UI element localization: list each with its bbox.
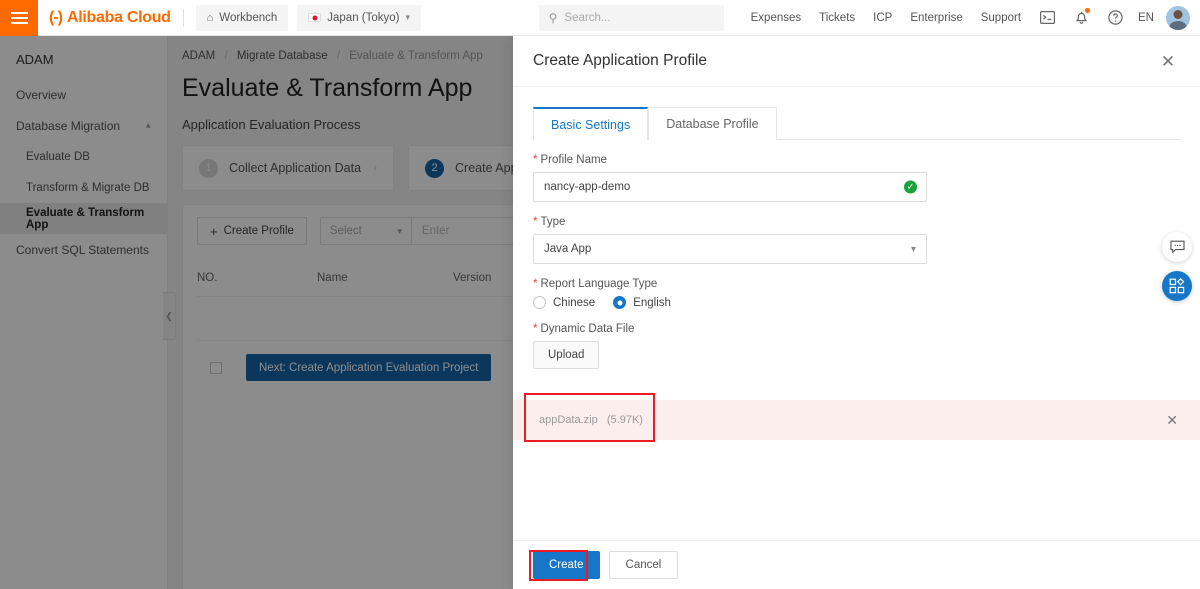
required-asterisk: * <box>533 154 538 166</box>
tab-database-profile[interactable]: Database Profile <box>648 107 777 140</box>
cancel-button-label: Cancel <box>625 559 662 571</box>
cloud-shell-icon[interactable] <box>1035 6 1059 30</box>
panel-header: Create Application Profile ✕ <box>513 36 1200 87</box>
radio-option-chinese[interactable]: Chinese <box>533 296 595 309</box>
field-type: * Type Java App ▾ <box>533 216 1180 264</box>
workbench-button[interactable]: ⌂ Workbench <box>195 4 289 31</box>
upload-button[interactable]: Upload <box>533 341 600 369</box>
tab-label: Basic Settings <box>551 117 631 132</box>
cancel-button[interactable]: Cancel <box>608 551 679 579</box>
profile-name-input[interactable]: nancy-app-demo ✓ <box>533 172 927 202</box>
speech-bubble-icon[interactable] <box>1162 232 1192 262</box>
hamburger-line <box>10 16 28 19</box>
tab-label: Database Profile <box>666 117 759 131</box>
create-button-label: Create <box>549 559 584 571</box>
header-divider <box>182 8 184 27</box>
search-box[interactable]: ⚲ <box>538 4 724 31</box>
panel-footer: Create Cancel <box>513 540 1200 589</box>
notification-bell-icon[interactable] <box>1069 6 1093 30</box>
radio-option-english[interactable]: English <box>613 296 671 309</box>
uploaded-file-name[interactable]: appData.zip (5.97K) <box>525 407 659 433</box>
field-label-dynamic-data-file: * Dynamic Data File <box>533 323 1180 335</box>
panel-title: Create Application Profile <box>533 52 708 69</box>
brand-logo[interactable]: (-) Alibaba Cloud <box>49 9 171 27</box>
report-language-radio-group: Chinese English <box>533 296 1180 309</box>
hamburger-line <box>10 21 28 24</box>
header-right-group: ⚲ Expenses Tickets ICP Enterprise Suppor… <box>538 4 1200 31</box>
type-select-value: Java App <box>544 243 592 255</box>
field-label-profile-name: * Profile Name <box>533 154 1180 166</box>
panel-tabs: Basic Settings Database Profile <box>533 106 1180 140</box>
radio-button[interactable] <box>533 296 546 309</box>
label-text: Type <box>540 216 566 228</box>
header-link-tickets[interactable]: Tickets <box>819 12 855 24</box>
file-size-text: (5.97K) <box>606 414 643 426</box>
region-label: Japan (Tokyo) <box>327 11 400 24</box>
header-link-support[interactable]: Support <box>981 12 1021 24</box>
apps-grid-icon[interactable] <box>1162 271 1192 301</box>
profile-name-value: nancy-app-demo <box>544 181 631 193</box>
field-label-report-language-type: * Report Language Type <box>533 278 1180 290</box>
required-asterisk: * <box>533 216 538 228</box>
chevron-down-icon: ▾ <box>910 243 916 255</box>
top-header-bar: (-) Alibaba Cloud ⌂ Workbench Japan (Tok… <box>0 0 1200 36</box>
header-link-expenses[interactable]: Expenses <box>751 12 802 24</box>
radio-label: English <box>633 296 671 309</box>
create-button[interactable]: Create <box>533 551 600 579</box>
avatar[interactable] <box>1166 5 1190 30</box>
field-label-type: * Type <box>533 216 1180 228</box>
panel-body: Basic Settings Database Profile * Profile… <box>513 87 1200 540</box>
tab-basic-settings[interactable]: Basic Settings <box>533 107 649 140</box>
hamburger-icon[interactable] <box>0 0 38 36</box>
field-report-language-type: * Report Language Type Chinese English <box>533 278 1180 309</box>
home-icon: ⌂ <box>206 11 214 24</box>
brand-name: Alibaba Cloud <box>66 8 171 26</box>
uploaded-file-row: appData.zip (5.97K) ✕ <box>513 400 1200 440</box>
help-icon[interactable] <box>1103 6 1127 30</box>
label-text: Dynamic Data File <box>540 323 635 335</box>
header-link-enterprise[interactable]: Enterprise <box>910 12 962 24</box>
create-application-profile-panel: Create Application Profile ✕ Basic Setti… <box>513 36 1200 589</box>
required-asterisk: * <box>533 278 538 290</box>
region-selector[interactable]: Japan (Tokyo) ▾ <box>297 4 422 31</box>
field-dynamic-data-file: * Dynamic Data File Upload <box>533 323 1180 369</box>
floating-action-stack <box>1162 232 1192 301</box>
hamburger-line <box>10 11 28 14</box>
japan-flag-icon <box>308 13 322 22</box>
chevron-down-icon: ▾ <box>405 12 411 22</box>
upload-label: Upload <box>548 349 585 361</box>
search-icon: ⚲ <box>548 10 558 25</box>
alibaba-cloud-mark-icon: (-) <box>49 8 63 26</box>
label-text: Report Language Type <box>540 278 658 290</box>
radio-label: Chinese <box>553 296 596 309</box>
avatar-body <box>1169 20 1187 30</box>
remove-file-icon[interactable]: ✕ <box>1166 412 1178 429</box>
language-selector[interactable]: EN <box>1138 12 1154 24</box>
file-name-text: appData.zip <box>539 414 598 426</box>
check-circle-icon: ✓ <box>904 180 917 194</box>
workbench-label: Workbench <box>219 11 278 24</box>
close-icon[interactable]: ✕ <box>1158 53 1178 70</box>
field-profile-name: * Profile Name nancy-app-demo ✓ <box>533 154 1180 202</box>
search-input[interactable] <box>564 11 714 24</box>
notification-badge-dot <box>1085 7 1091 13</box>
type-select[interactable]: Java App ▾ <box>533 234 927 264</box>
header-link-icp[interactable]: ICP <box>873 12 892 24</box>
radio-button-selected[interactable] <box>613 296 627 309</box>
label-text: Profile Name <box>540 154 607 166</box>
avatar-head <box>1173 9 1183 19</box>
required-asterisk: * <box>533 323 538 335</box>
